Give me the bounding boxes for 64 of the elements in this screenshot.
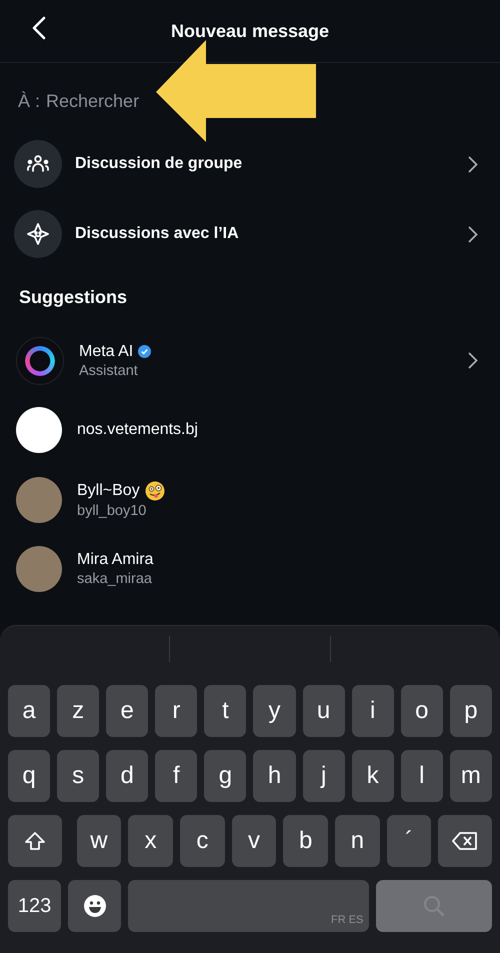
key[interactable]: u [302,685,345,737]
shift-arrow-icon [24,831,46,851]
key[interactable]: d [106,750,148,802]
search-field[interactable]: Rechercher [46,90,142,112]
sparkle-face-icon [26,222,50,246]
key[interactable]: w [76,815,122,867]
contact-subtitle: Assistant [79,362,139,379]
contact-name: Meta AI [79,342,134,361]
key[interactable]: n [335,815,380,867]
contact-name: Mira Amira [77,551,154,570]
menu-item[interactable]: Discussions avec l’IA [0,199,500,269]
contact-row[interactable]: Meta AI Assistant [0,326,500,396]
numbers-key[interactable]: 123 [8,880,62,932]
menu-item[interactable]: Discussion de groupe [0,129,500,199]
key[interactable]: v [232,815,276,867]
key[interactable]: h [253,750,296,802]
contact-name: Byll~Boy [77,482,140,500]
key[interactable]: i [352,685,394,737]
contact-subtitle: byll_boy10 [77,502,148,519]
field-label: À : [18,90,40,112]
key[interactable]: y [253,685,296,737]
chevron-icon [468,156,478,172]
verified-badge-icon [138,345,152,358]
key[interactable]: p [450,685,492,737]
chevron-icon [468,352,478,370]
ring-logo-icon [16,336,64,385]
key[interactable]: s [57,750,100,802]
smiley-icon [82,894,107,918]
key[interactable]: f [155,750,198,802]
logo-avatar [16,407,62,454]
key[interactable]: q [8,750,50,802]
key[interactable]: x [128,815,173,867]
photo-placeholder [16,546,62,592]
key[interactable]: l [400,750,443,802]
key[interactable]: o [400,685,443,737]
key[interactable]: c [180,815,225,867]
smiley-icon [144,480,165,501]
screen-title: Nouveau message [170,20,330,42]
key[interactable]: m [450,750,492,802]
search-icon [422,894,446,918]
key[interactable]: k [352,750,394,802]
contact-name: nos.vetements.bj [77,421,198,440]
contact-row[interactable]: nos.vetements.bj [0,396,500,465]
section-heading: Suggestions [18,286,128,309]
key[interactable]: r [155,685,198,737]
delete-key[interactable] [438,815,492,867]
contact-subtitle: saka_miraa [77,571,153,588]
key[interactable]: a [8,685,50,737]
key[interactable]: b [283,815,328,867]
key[interactable]: t [204,685,246,737]
back-icon[interactable] [32,16,46,40]
contact-row[interactable]: Mira Amira saka_miraa [0,534,500,604]
key[interactable]: e [106,685,148,737]
key[interactable]: g [204,750,246,802]
shift-key[interactable] [8,815,62,867]
photo-placeholder [16,476,62,523]
key[interactable]: z [57,685,100,737]
key[interactable]: ´ [386,815,432,867]
contact-row[interactable]: Byll~Boy byll_boy10 [0,465,500,534]
people-icon [27,155,49,173]
emoji-key[interactable] [68,880,122,932]
key[interactable]: j [302,750,345,802]
backspace-icon [451,831,480,851]
chevron-icon [468,226,478,242]
